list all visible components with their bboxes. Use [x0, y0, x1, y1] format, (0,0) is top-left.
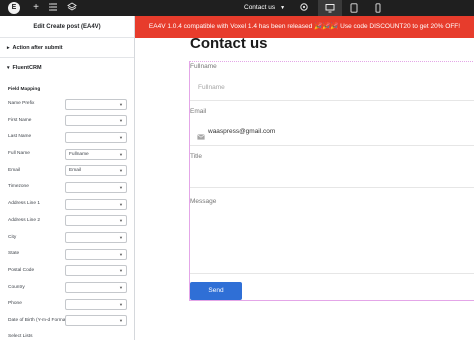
field-select[interactable]: Email ▼	[65, 165, 127, 177]
field-select[interactable]: ▼	[65, 248, 127, 260]
field-mapping-row: Last Name ▼	[0, 130, 134, 147]
field-select[interactable]: ▼	[65, 181, 127, 193]
chevron-down-icon: ▼	[119, 184, 123, 190]
field-mapping-row: City ▼	[0, 231, 134, 248]
chevron-down-icon: ▼	[119, 201, 123, 207]
fullname-placeholder: Fullname	[198, 84, 225, 91]
chevron-down-icon: ▼	[119, 268, 123, 274]
email-label: Email	[190, 108, 207, 115]
field-select[interactable]: ▼	[65, 98, 127, 110]
settings-icon[interactable]	[298, 2, 310, 14]
field-select[interactable]: ▼	[65, 198, 127, 210]
send-button[interactable]: Send	[190, 282, 242, 300]
layers-icon[interactable]	[66, 2, 78, 14]
field-mapping-row: Email Email ▼	[0, 164, 134, 181]
field-mapping-row: Address Line 1 ▼	[0, 197, 134, 214]
field-label: Timezone	[8, 184, 29, 190]
field-mapping-row: Name Prefix ▼	[0, 97, 134, 114]
page-name: Contact us	[244, 4, 276, 11]
chevron-down-icon: ▼	[119, 118, 123, 124]
tablet-icon[interactable]	[342, 0, 366, 16]
field-select[interactable]: ▼	[65, 315, 127, 327]
field-mapping-heading: Field Mapping	[8, 87, 41, 92]
select-lists-label: Select Lists	[8, 333, 33, 339]
plus-icon[interactable]: +	[30, 2, 42, 14]
top-bar: E + Contact us ▼	[0, 0, 474, 16]
field-label: Full Name	[8, 151, 30, 157]
fullname-input[interactable]	[190, 74, 474, 101]
field-label: First Name	[8, 117, 32, 123]
chevron-down-icon: ▼	[119, 235, 123, 240]
field-mapping-row: Full Name Fullname ▼	[0, 147, 134, 164]
panel-title: Edit Create post (EA4V)	[0, 16, 134, 38]
email-value: waaspress@gmail.com	[208, 128, 276, 135]
envelope-icon	[197, 127, 205, 145]
title-input[interactable]	[190, 164, 474, 188]
section-label: Action after submit	[12, 45, 63, 51]
field-label: Email	[8, 167, 20, 173]
field-mapping-row: Phone ▼	[0, 297, 134, 314]
field-label: Address Line 1	[8, 201, 40, 207]
field-mapping-row: State ▼	[0, 247, 134, 264]
field-mapping-row: Date of Birth (Y-m-d Format only) ▼	[0, 314, 134, 331]
field-select[interactable]: ▼	[65, 282, 127, 294]
fullname-label: Fullname	[190, 63, 217, 70]
field-label: Last Name	[8, 134, 32, 140]
field-label: Postal Code	[8, 267, 35, 273]
chevron-down-icon: ▼	[119, 101, 123, 107]
field-select-value: Email	[69, 168, 81, 174]
chevron-down-icon: ▼	[280, 5, 286, 11]
field-mapping-row: First Name ▼	[0, 114, 134, 131]
field-mapping-row: Address Line 2 ▼	[0, 214, 134, 231]
chevron-down-icon: ▼	[119, 285, 123, 291]
chevron-down-icon: ▼	[119, 318, 123, 324]
section-fluentcrm[interactable]: ▾ FluentCRM	[0, 58, 134, 78]
field-mapping-row: Timezone ▼	[0, 180, 134, 197]
chevron-down-icon: ▼	[119, 218, 123, 224]
section-label: FluentCRM	[12, 65, 42, 71]
chevron-down-icon: ▼	[119, 151, 123, 157]
field-select[interactable]: ▼	[65, 131, 127, 143]
chevron-down-icon: ▼	[119, 168, 123, 174]
field-mapping-row: Postal Code ▼	[0, 264, 134, 281]
field-label: City	[8, 234, 17, 240]
field-label: Phone	[8, 301, 22, 307]
field-select-value: Fullname	[69, 151, 89, 157]
field-select[interactable]: ▼	[65, 298, 127, 310]
field-select[interactable]: ▼	[65, 215, 127, 227]
page-selector[interactable]: Contact us ▼	[244, 0, 285, 16]
caret-down-icon: ▾	[7, 65, 10, 71]
promo-banner[interactable]: EA4V 1.0.4 compatible with Voxel 1.4 has…	[135, 16, 474, 38]
message-textarea[interactable]	[190, 208, 474, 274]
field-select[interactable]: ▼	[65, 232, 127, 243]
field-mapping-row: Country ▼	[0, 281, 134, 298]
field-select[interactable]: ▼	[65, 115, 127, 127]
structure-icon[interactable]	[48, 2, 60, 14]
field-label: Address Line 2	[8, 217, 40, 223]
field-label: Country	[8, 284, 25, 290]
section-action-after-submit[interactable]: ▸ Action after submit	[0, 38, 134, 58]
field-select[interactable]: ▼	[65, 265, 127, 277]
chevron-down-icon: ▼	[119, 301, 123, 307]
caret-right-icon: ▸	[7, 45, 10, 51]
chevron-down-icon: ▼	[119, 134, 123, 140]
form-title: Contact us	[190, 35, 268, 52]
field-select[interactable]: Fullname ▼	[65, 148, 127, 160]
chevron-down-icon: ▼	[119, 251, 123, 257]
field-label: State	[8, 251, 20, 257]
title-label: Title	[190, 153, 203, 160]
elementor-logo-icon[interactable]: E	[8, 2, 20, 14]
editor-panel: Edit Create post (EA4V) ▸ Action after su…	[0, 16, 135, 340]
desktop-icon[interactable]	[318, 0, 342, 16]
mobile-icon[interactable]	[366, 0, 390, 16]
message-label: Message	[190, 198, 217, 205]
field-label: Name Prefix	[8, 101, 35, 106]
